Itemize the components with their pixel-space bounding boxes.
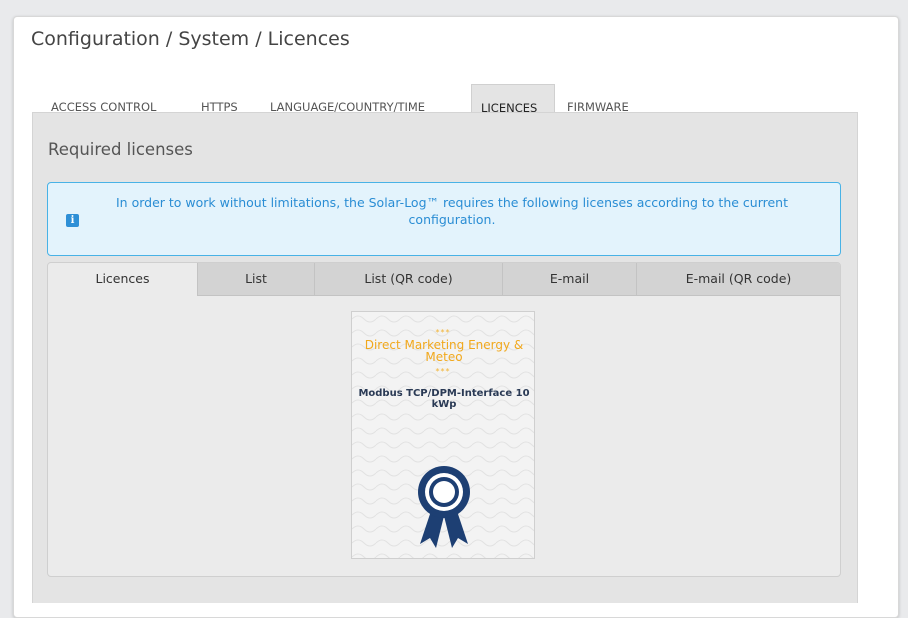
award-ribbon-icon bbox=[418, 466, 470, 548]
inner-tab-list[interactable]: List bbox=[198, 263, 315, 295]
section-title: Required licenses bbox=[48, 140, 193, 159]
stars-bottom: *** bbox=[435, 367, 451, 376]
inner-tab-licences[interactable]: Licences bbox=[48, 263, 198, 296]
inner-tab-email[interactable]: E-mail bbox=[503, 263, 637, 295]
license-name: Direct Marketing Energy & Meteo bbox=[364, 338, 524, 364]
stars-top: *** bbox=[435, 328, 451, 337]
info-icon: i bbox=[66, 214, 79, 227]
license-description: Modbus TCP/DPM-Interface 10 kWp bbox=[358, 388, 530, 410]
info-text: In order to work without limitations, th… bbox=[115, 195, 789, 227]
info-alert: i In order to work without limitations, … bbox=[47, 182, 841, 256]
license-card: *** Direct Marketing Energy & Meteo *** … bbox=[351, 311, 535, 559]
inner-tab-email-qr[interactable]: E-mail (QR code) bbox=[637, 263, 840, 295]
licences-panel: Required licenses i In order to work wit… bbox=[32, 112, 858, 603]
license-tab-panel: Licences List List (QR code) E-mail E-ma… bbox=[47, 262, 841, 577]
inner-tab-bar: Licences List List (QR code) E-mail E-ma… bbox=[48, 263, 840, 296]
inner-tab-list-qr[interactable]: List (QR code) bbox=[315, 263, 503, 295]
page-title: Configuration / System / Licences bbox=[31, 28, 350, 50]
